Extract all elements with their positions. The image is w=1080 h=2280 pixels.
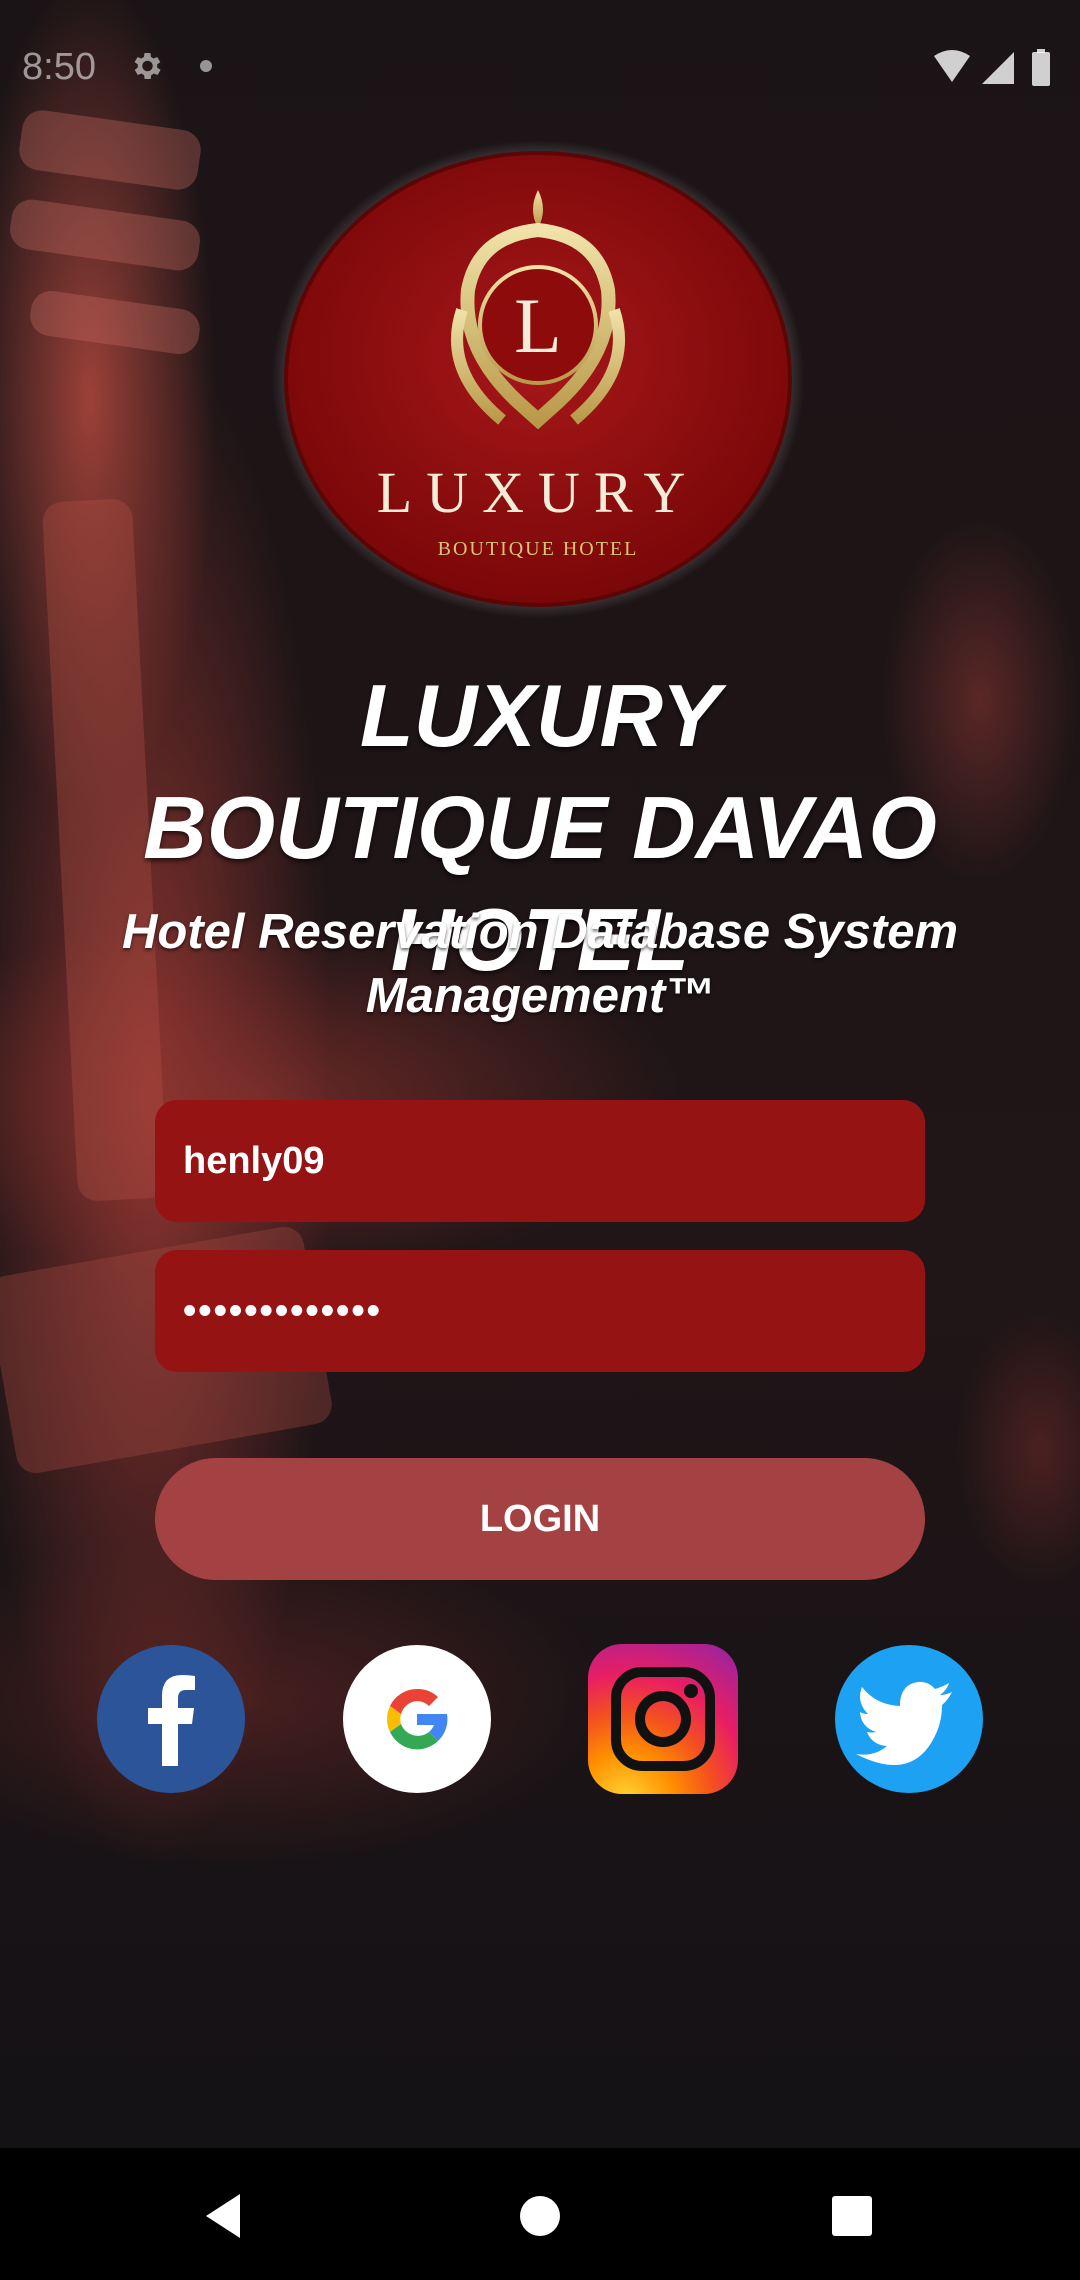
back-icon[interactable] (196, 2188, 252, 2244)
username-field[interactable]: henly09 (155, 1100, 925, 1222)
logo-tagline: BOUTIQUE HOTEL (438, 538, 639, 560)
hotel-logo: L LUXURY BOUTIQUE HOTEL (272, 140, 804, 618)
login-screen: 8:50 L LUXURY BOUTIQUE HOTEL LUXURY BOUT… (0, 0, 1080, 2280)
password-field[interactable]: ••••••••••••• (155, 1250, 925, 1372)
username-value: henly09 (183, 1139, 325, 1182)
logo-initial: L (514, 282, 562, 369)
facebook-icon[interactable] (96, 1644, 246, 1794)
twitter-icon[interactable] (834, 1644, 984, 1794)
system-status-icons (934, 49, 1050, 86)
instagram-icon[interactable] (588, 1644, 738, 1794)
login-button[interactable]: LOGIN (155, 1458, 925, 1580)
login-button-label: LOGIN (479, 1497, 601, 1540)
recents-icon[interactable] (824, 2188, 880, 2244)
google-icon[interactable] (342, 1644, 492, 1794)
signal-icon (982, 52, 1014, 84)
status-time: 8:50 (22, 46, 96, 88)
password-value: ••••••••••••• (183, 1289, 382, 1332)
gear-icon (134, 52, 161, 80)
logo-name: LUXURY (377, 460, 699, 525)
home-icon[interactable] (512, 2188, 568, 2244)
page-subtitle-text: Hotel Reservation Database System Manage… (121, 905, 959, 1023)
battery-icon (1032, 49, 1050, 86)
navigation-bar (0, 2148, 1080, 2280)
notification-dot-icon (200, 60, 212, 72)
wifi-icon (934, 50, 970, 82)
page-subtitle: Hotel Reservation Database System Manage… (0, 900, 1080, 1028)
status-bar: 8:50 (0, 0, 1080, 136)
